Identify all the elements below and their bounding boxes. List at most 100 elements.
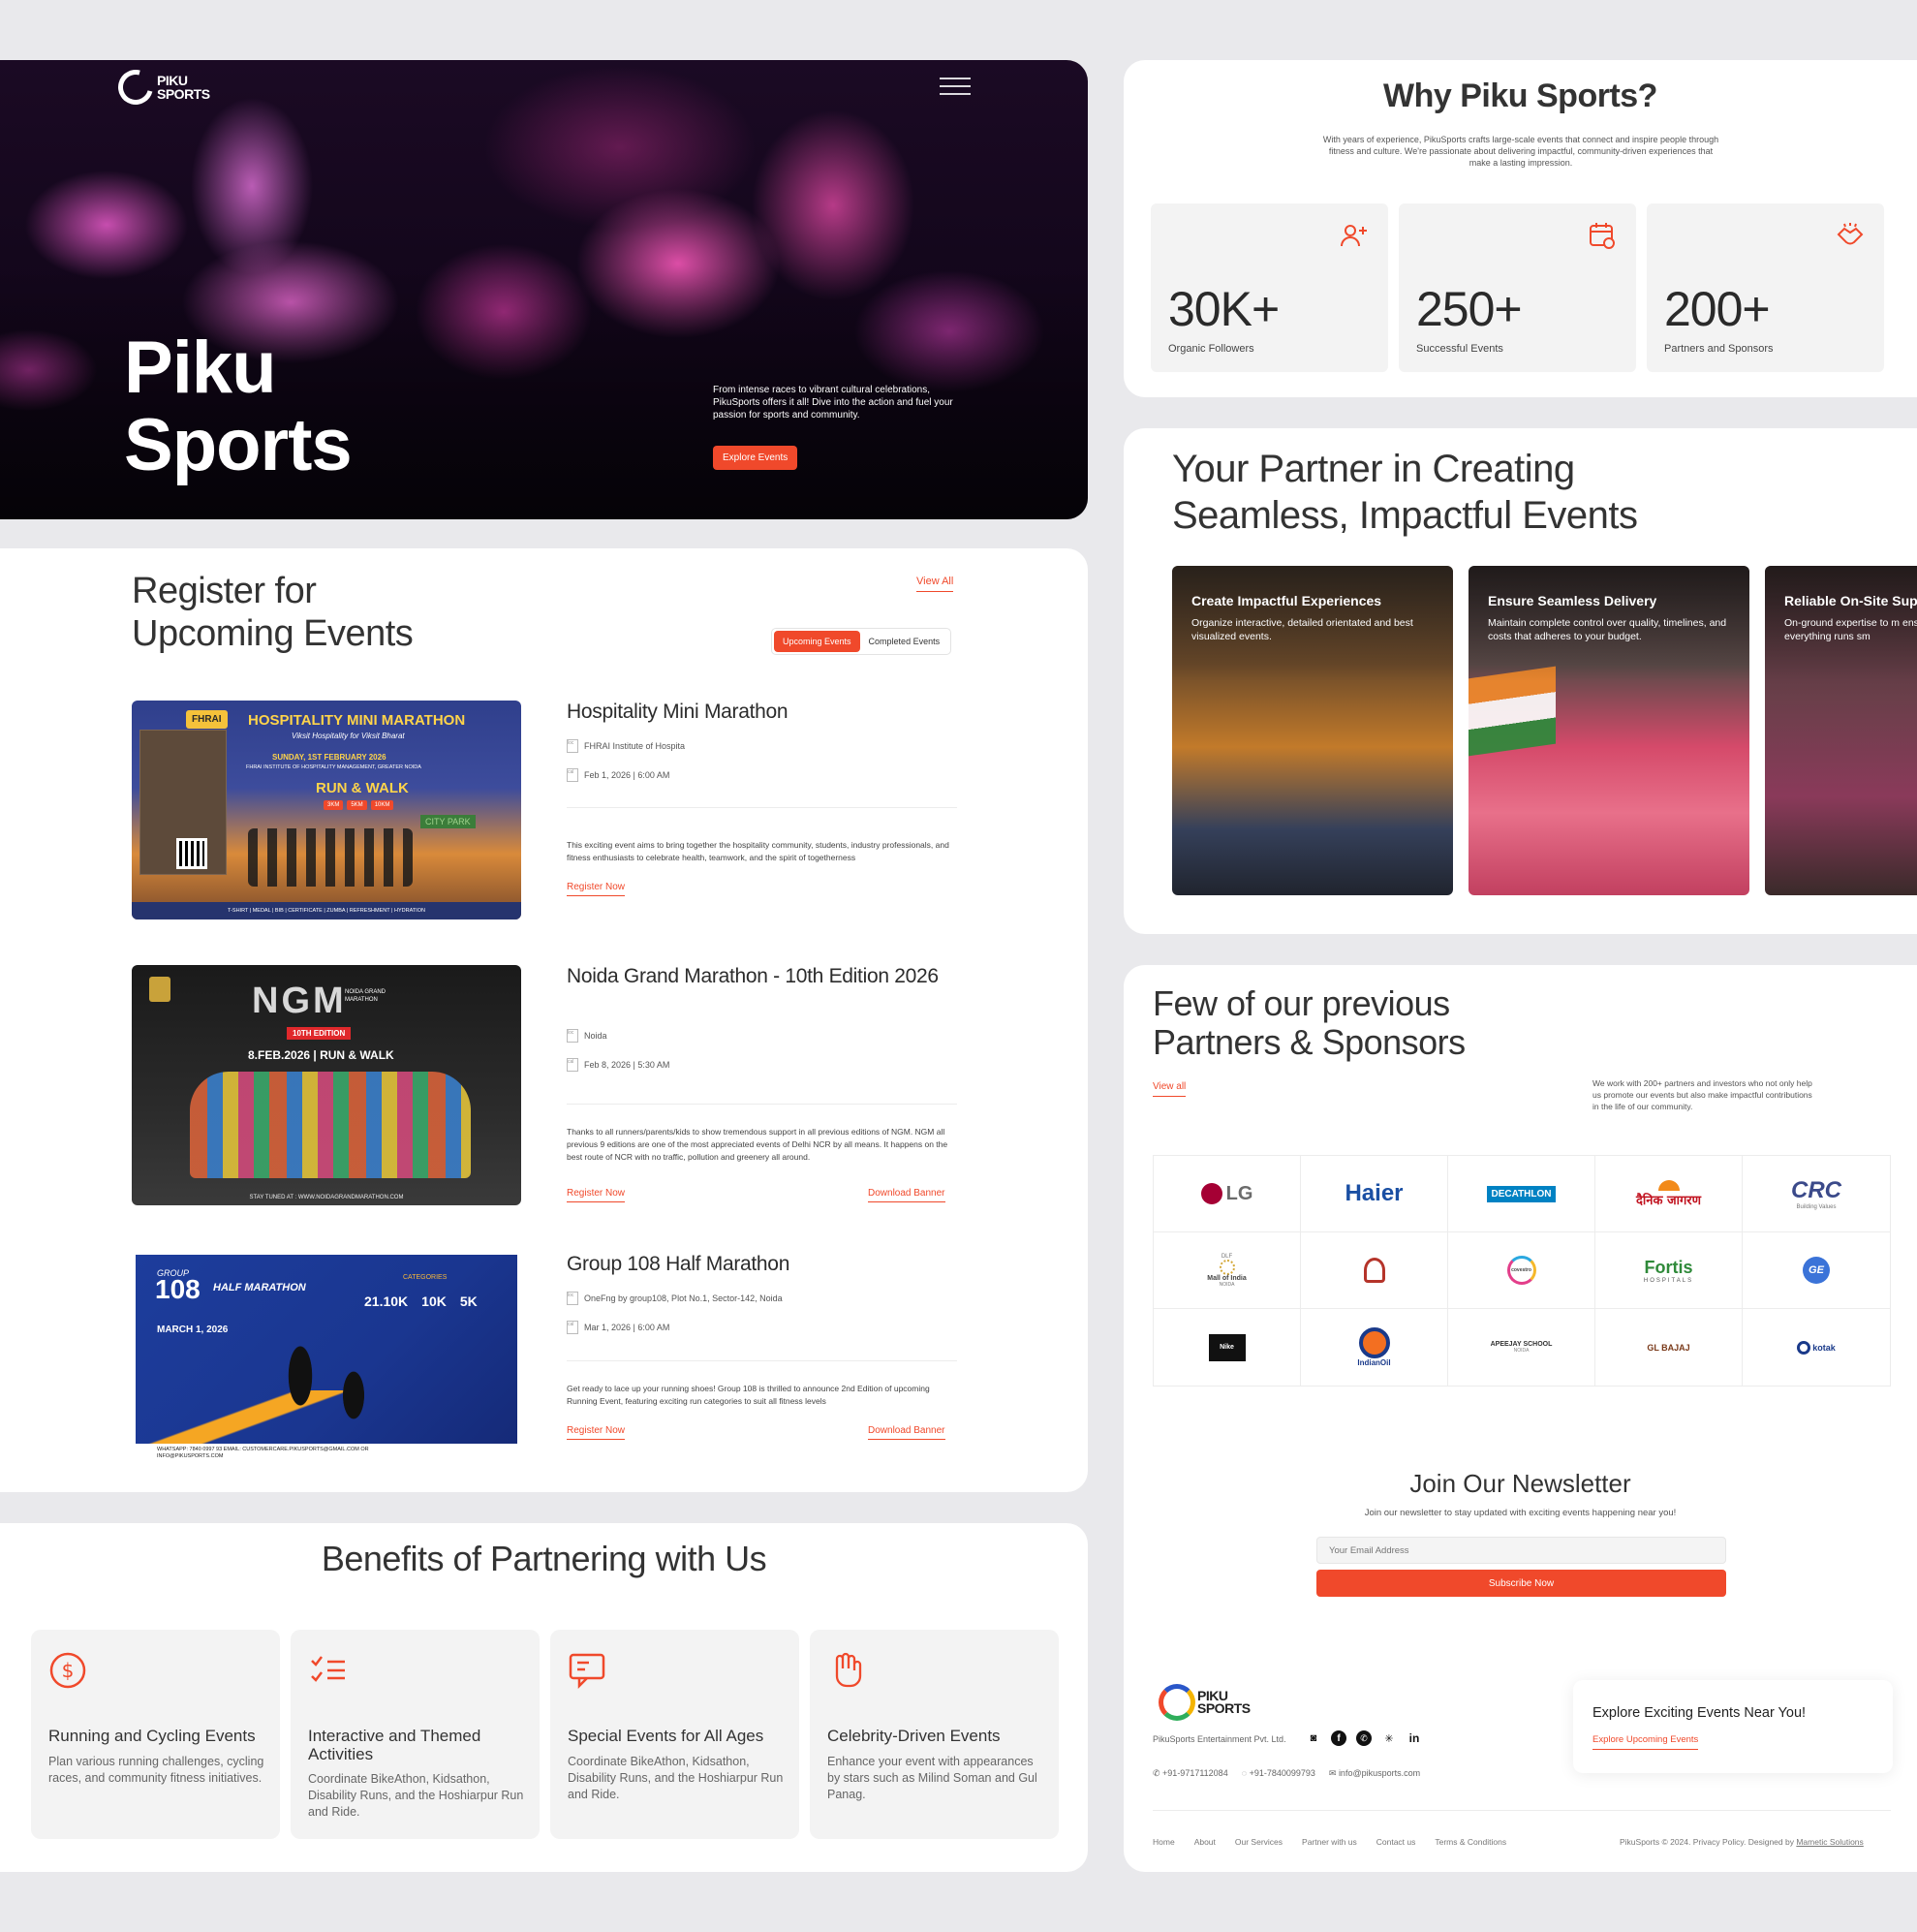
download-banner-link[interactable]: Download Banner: [868, 1425, 945, 1440]
designer-link[interactable]: Mametic Solutions: [1796, 1837, 1863, 1847]
partner-card[interactable]: Create Impactful Experiences Organize in…: [1172, 566, 1453, 895]
sponsor-logo-grid: LG Haier DECATHLON दैनिक जागरण CRC Build…: [1153, 1155, 1891, 1387]
newsletter-subtitle: Join our newsletter to stay updated with…: [1364, 1508, 1677, 1518]
stat-label: Partners and Sponsors: [1664, 343, 1774, 355]
partner-card-title: Reliable On-Site Sup: [1784, 593, 1917, 608]
stat-card: 30K+ Organic Followers: [1151, 203, 1388, 372]
explore-card-title: Explore Exciting Events Near You!: [1592, 1705, 1807, 1721]
partner-heading: Your Partner in Creating Seamless, Impac…: [1172, 446, 1638, 539]
event-date: cal Feb 8, 2026 | 5:30 AM: [567, 1058, 670, 1072]
calendar-icon: [1590, 223, 1615, 249]
events-heading: Register for Upcoming Events: [132, 570, 414, 655]
footer-logo[interactable]: PIKU SPORTS: [1159, 1684, 1251, 1721]
partner-card-title: Ensure Seamless Delivery: [1488, 593, 1657, 608]
chat-icon: [569, 1653, 605, 1690]
download-banner-link[interactable]: Download Banner: [868, 1188, 945, 1202]
poster-sign: CITY PARK: [420, 815, 476, 828]
explore-upcoming-events-link[interactable]: Explore Upcoming Events: [1592, 1734, 1699, 1750]
footer-nav-about[interactable]: About: [1194, 1837, 1216, 1847]
register-now-link[interactable]: Register Now: [567, 882, 626, 896]
footer-divider: [1153, 1810, 1891, 1811]
sponsor-logo-nike: Nike: [1154, 1309, 1301, 1386]
poster-run-walk: RUN & WALK: [316, 780, 409, 796]
events-tab-toggle: Upcoming Events Completed Events: [771, 628, 952, 655]
stat-card: 200+ Partners and Sponsors: [1647, 203, 1884, 372]
logo-text: PIKU SPORTS: [157, 73, 210, 102]
site-logo[interactable]: PIKU SPORTS: [111, 63, 210, 111]
event-poster-group108[interactable]: GROUP 108 HALF MARATHON MARCH 1, 2026 CA…: [132, 1253, 521, 1464]
hamburger-menu-icon[interactable]: [940, 78, 971, 101]
footer-nav-terms[interactable]: Terms & Conditions: [1435, 1837, 1506, 1847]
email-contact[interactable]: ✉ info@pikusports.com: [1329, 1768, 1420, 1779]
subscribe-button[interactable]: Subscribe Now: [1316, 1570, 1726, 1597]
view-all-link[interactable]: View All: [916, 576, 954, 592]
footer-logo-text: PIKU SPORTS: [1197, 1688, 1251, 1716]
benefit-title: Running and Cycling Events: [48, 1727, 256, 1745]
partner-card[interactable]: Reliable On-Site Sup On-ground expertise…: [1765, 566, 1917, 895]
poster-subtitle: NOIDA GRAND MARATHON: [345, 989, 386, 1003]
sponsor-logo-emblem: [1301, 1232, 1448, 1309]
phone-contact-1[interactable]: ✆ +91-9717112084: [1153, 1768, 1228, 1779]
event-location: loc Noida: [567, 1029, 607, 1043]
poster-distance: 10KM: [370, 800, 394, 810]
newsletter-email-input[interactable]: [1316, 1537, 1726, 1564]
social-links: ◙ f ✆ ✳ in: [1306, 1730, 1422, 1746]
linktree-icon[interactable]: ✳: [1381, 1730, 1397, 1746]
hero-title-line2: Sports: [124, 404, 353, 486]
divider: [567, 807, 957, 808]
sponsor-logo-apeejay: APEEJAY SCHOOL NOIDA: [1448, 1309, 1595, 1386]
poster-date: 8.FEB.2026 | RUN & WALK: [248, 1048, 394, 1062]
benefit-card: $ Running and Cycling Events Plan variou…: [31, 1630, 280, 1839]
benefits-section: Benefits of Partnering with Us $ Running…: [0, 1523, 1088, 1872]
event-title[interactable]: Group 108 Half Marathon: [567, 1253, 944, 1276]
why-heading: Why Piku Sports?: [1383, 78, 1657, 114]
facebook-icon[interactable]: f: [1331, 1730, 1346, 1746]
sponsor-logo-covestro: covestro: [1448, 1232, 1595, 1309]
sponsor-logo-haier: Haier: [1301, 1156, 1448, 1232]
poster-footer: T-SHIRT | MEDAL | BIB | CERTIFICATE | ZU…: [132, 902, 521, 919]
sponsors-view-all-link[interactable]: View all: [1153, 1081, 1187, 1097]
register-now-link[interactable]: Register Now: [567, 1425, 626, 1440]
event-description: Get ready to lace up your running shoes!…: [567, 1384, 930, 1406]
sponsors-heading-line1: Few of our previous: [1153, 983, 1450, 1023]
event-location: loc FHRAI Institute of Hospita: [567, 739, 686, 753]
poster-title: HOSPITALITY MINI MARATHON: [248, 712, 466, 729]
upcoming-events-section: Register for Upcoming Events View All Up…: [0, 548, 1088, 1492]
poster-categories-label: CATEGORIES: [403, 1274, 448, 1281]
explore-events-button[interactable]: Explore Events: [713, 446, 798, 470]
poster-badge: FHRAI: [186, 710, 228, 729]
benefit-title: Special Events for All Ages: [568, 1727, 764, 1745]
poster-runners: [262, 1323, 378, 1429]
register-now-link[interactable]: Register Now: [567, 1188, 626, 1202]
event-location: loc OneFng by group108, Plot No.1, Sector…: [567, 1292, 783, 1305]
sponsor-logo-decathlon: DECATHLON: [1448, 1156, 1595, 1232]
poster-runners: [190, 1072, 471, 1178]
event-poster-ngm[interactable]: NGM NOIDA GRAND MARATHON 10TH EDITION 8.…: [132, 965, 521, 1205]
event-title[interactable]: Hospitality Mini Marathon: [567, 701, 944, 724]
whatsapp-icon[interactable]: ✆: [1356, 1730, 1372, 1746]
instagram-icon[interactable]: ◙: [1306, 1730, 1321, 1746]
linkedin-icon[interactable]: in: [1407, 1730, 1422, 1746]
sponsors-heading: Few of our previous Partners & Sponsors: [1153, 984, 1466, 1062]
event-title[interactable]: Noida Grand Marathon - 10th Edition 2026: [567, 965, 944, 988]
sponsor-logo-crc: CRC Building Values: [1743, 1156, 1890, 1232]
partner-card-description: On-ground expertise to m ensure everythi…: [1784, 617, 1917, 642]
footer-nav-contact[interactable]: Contact us: [1376, 1837, 1416, 1847]
footer-nav-partner[interactable]: Partner with us: [1302, 1837, 1357, 1847]
benefit-description: Enhance your event with appearances by s…: [827, 1755, 1037, 1801]
users-plus-icon: [1341, 225, 1367, 247]
footer-nav-services[interactable]: Our Services: [1235, 1837, 1283, 1847]
location-icon: loc: [567, 1029, 578, 1043]
tab-completed-events[interactable]: Completed Events: [860, 631, 949, 652]
partner-card[interactable]: Ensure Seamless Delivery Maintain comple…: [1469, 566, 1749, 895]
poster-category: 21.10K: [364, 1293, 409, 1309]
event-poster-hospitality[interactable]: FHRAI HOSPITALITY MINI MARATHON Viksit H…: [132, 701, 521, 919]
tab-upcoming-events[interactable]: Upcoming Events: [774, 631, 860, 652]
dollar-circle-icon: $: [49, 1652, 86, 1689]
sponsors-heading-line2: Partners & Sponsors: [1153, 1022, 1466, 1062]
poster-title: NGM: [252, 981, 347, 1021]
handshake-icon: [1837, 223, 1864, 245]
footer-nav-home[interactable]: Home: [1153, 1837, 1175, 1847]
phone-contact-2[interactable]: ◌ +91-7840099793: [1242, 1768, 1315, 1779]
benefit-card: Celebrity-Driven Events Enhance your eve…: [810, 1630, 1059, 1839]
